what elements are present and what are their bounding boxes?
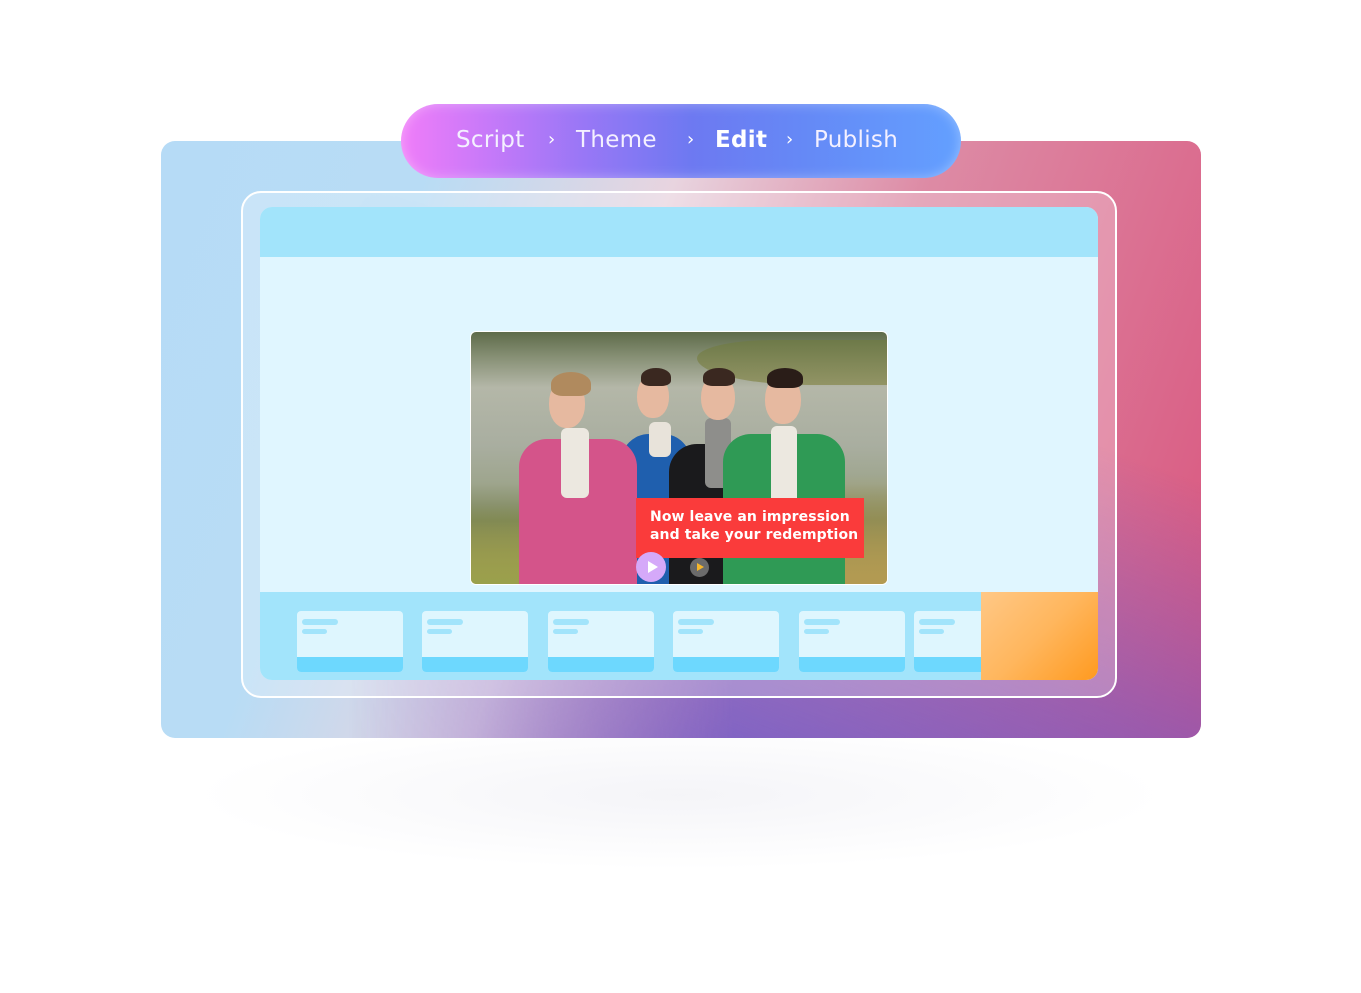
step-theme[interactable]: Theme (576, 124, 657, 156)
thumb-line (427, 629, 452, 634)
step-publish[interactable]: Publish (814, 124, 898, 156)
play-icon[interactable] (690, 558, 709, 577)
thumb-line (427, 619, 463, 625)
thumb-bar (548, 657, 654, 672)
orange-panel (981, 592, 1098, 680)
thumb-bar (799, 657, 905, 672)
timeline-thumbnail[interactable] (673, 611, 779, 672)
person-neck (771, 426, 797, 506)
thumb-line (919, 629, 944, 634)
thumb-bar (297, 657, 403, 672)
person-hair (551, 372, 591, 396)
thumb-line (553, 629, 578, 634)
chevron-right-icon: › (548, 129, 556, 150)
thumb-line (553, 619, 589, 625)
play-icon[interactable] (636, 552, 666, 582)
timeline-thumbnail[interactable] (799, 611, 905, 672)
caption-line-1: Now leave an impression (650, 509, 850, 525)
step-script[interactable]: Script (456, 124, 525, 156)
caption-line-2: and take your redemption (650, 527, 859, 543)
person-hair (767, 368, 803, 388)
thumb-bar (673, 657, 779, 672)
drop-shadow (190, 720, 1170, 870)
thumb-line (919, 619, 955, 625)
video-preview[interactable]: Now leave an impression and take your re… (470, 331, 888, 585)
person-neck (561, 428, 589, 498)
scene-timeline (260, 592, 1098, 680)
workflow-stepper: Script › Theme › Edit › Publish (401, 104, 961, 178)
timeline-thumbnail[interactable] (422, 611, 528, 672)
thumb-line (302, 619, 338, 625)
person-neck (649, 422, 671, 457)
timeline-thumbnail[interactable] (548, 611, 654, 672)
step-edit[interactable]: Edit (715, 124, 767, 156)
chevron-right-icon: › (687, 129, 695, 150)
editor-toolbar (260, 207, 1098, 257)
video-editor: Now leave an impression and take your re… (260, 207, 1098, 680)
chevron-right-icon: › (786, 129, 794, 150)
thumb-line (804, 619, 840, 625)
editor-stage: Now leave an impression and take your re… (260, 257, 1098, 592)
person-hair (641, 368, 671, 386)
thumb-line (804, 629, 829, 634)
thumb-line (678, 629, 703, 634)
thumb-bar (422, 657, 528, 672)
person-hair (703, 368, 735, 386)
thumb-line (678, 619, 714, 625)
thumb-line (302, 629, 327, 634)
caption-overlay[interactable]: Now leave an impression and take your re… (636, 498, 864, 558)
timeline-thumbnail[interactable] (297, 611, 403, 672)
